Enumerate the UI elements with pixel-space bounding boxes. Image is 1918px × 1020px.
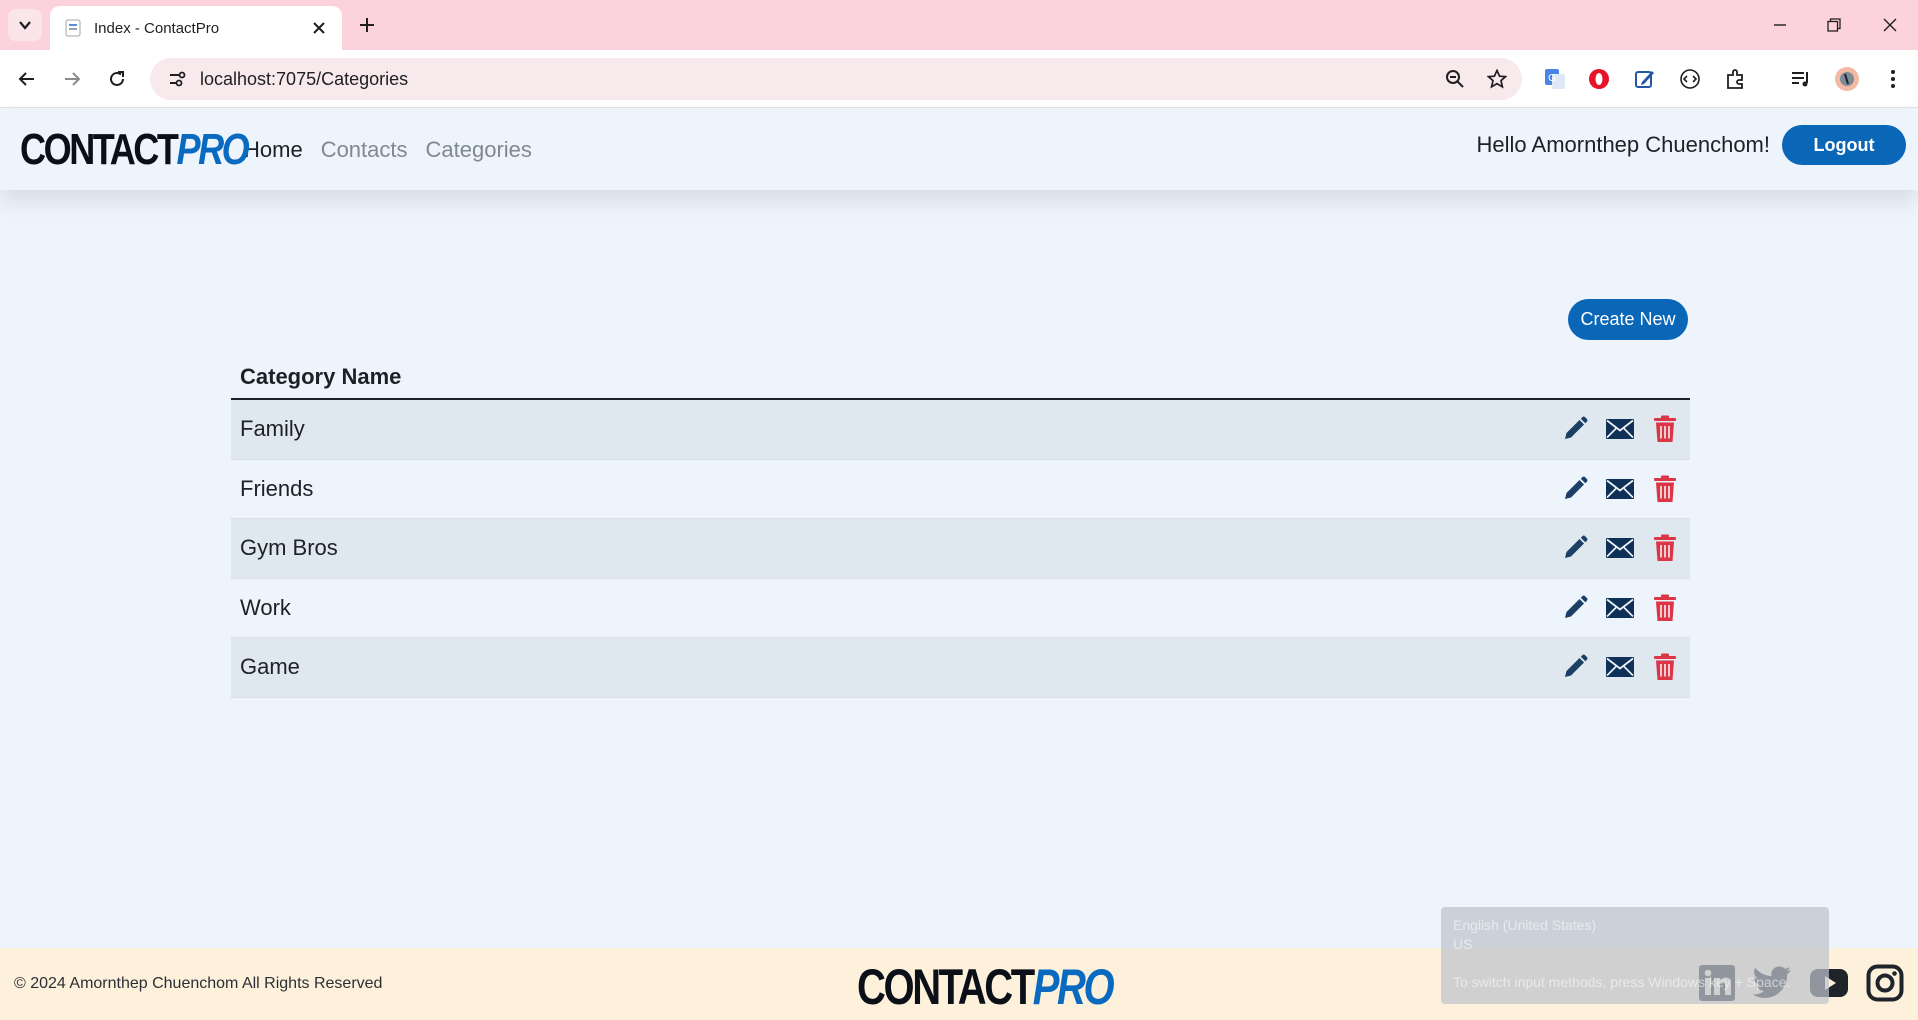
input-method-toast: English (United States) US To switch inp… xyxy=(1441,907,1829,1004)
forward-button[interactable] xyxy=(55,62,89,96)
arrow-left-icon xyxy=(18,72,34,86)
url-text: localhost:7075/Categories xyxy=(200,68,409,89)
user-greeting: Hello Amornthep Chuenchom! xyxy=(1476,132,1771,157)
footer-brand-contact-text: CONTACT xyxy=(857,959,1035,1015)
delete-trash-icon[interactable] xyxy=(1650,593,1680,623)
row-actions xyxy=(1545,593,1680,623)
new-tab-button[interactable] xyxy=(352,10,382,40)
table-row: Work xyxy=(231,578,1690,638)
edit-pencil-icon[interactable] xyxy=(1560,533,1590,563)
email-envelope-icon[interactable] xyxy=(1605,474,1635,504)
restore-icon xyxy=(1827,18,1841,32)
bookmark-star-icon[interactable] xyxy=(1480,62,1514,96)
media-control-icon[interactable] xyxy=(1784,62,1818,96)
table-row: Game xyxy=(231,638,1690,698)
nav-link-contacts[interactable]: Contacts xyxy=(321,137,408,163)
brand-contact-text: CONTACT xyxy=(20,124,179,174)
email-envelope-icon[interactable] xyxy=(1605,414,1635,444)
back-button[interactable] xyxy=(10,62,44,96)
row-actions xyxy=(1545,652,1680,682)
brand-logo[interactable]: CONTACT PRO xyxy=(20,124,250,175)
browser-tab-strip: Index - ContactPro xyxy=(0,0,1918,50)
table-body: Family Friends Gym Bros Work Game xyxy=(231,400,1690,698)
chevron-down-icon xyxy=(19,21,31,30)
main-nav: Home Contacts Categories xyxy=(244,137,550,163)
reload-button[interactable] xyxy=(100,62,134,96)
copyright-text: © 2024 Amornthep Chuenchom All Rights Re… xyxy=(14,975,383,992)
table-row: Friends xyxy=(231,459,1690,519)
page-favicon-icon xyxy=(65,19,81,37)
opera-extension-icon[interactable] xyxy=(1582,62,1616,96)
category-name: Work xyxy=(240,594,291,620)
nav-link-categories[interactable]: Categories xyxy=(426,137,532,163)
delete-trash-icon[interactable] xyxy=(1650,533,1680,563)
category-name: Family xyxy=(240,416,305,442)
google-translate-icon[interactable]: G xyxy=(1538,62,1572,96)
site-info-icon[interactable] xyxy=(162,64,192,94)
delete-trash-icon[interactable] xyxy=(1650,652,1680,682)
footer-brand-logo: CONTACT PRO xyxy=(857,958,1115,1016)
category-name: Gym Bros xyxy=(240,535,338,561)
edit-pencil-icon[interactable] xyxy=(1560,593,1590,623)
minimize-icon xyxy=(1774,24,1786,26)
footer-brand-pro-text: PRO xyxy=(1032,959,1115,1015)
zoom-out-icon[interactable] xyxy=(1438,62,1472,96)
close-tab-icon[interactable] xyxy=(308,17,330,39)
reload-icon xyxy=(110,71,124,86)
edit-pencil-icon[interactable] xyxy=(1560,474,1590,504)
edit-pencil-icon[interactable] xyxy=(1560,414,1590,444)
brand-pro-text: PRO xyxy=(176,124,249,174)
delete-trash-icon[interactable] xyxy=(1650,474,1680,504)
column-header-category-name: Category Name xyxy=(231,356,1690,400)
browser-toolbar: localhost:7075/Categories G xyxy=(0,50,1918,108)
ime-hint-text: To switch input methods, press Windows k… xyxy=(1453,974,1791,990)
table-row: Gym Bros xyxy=(231,519,1690,579)
row-actions xyxy=(1545,414,1680,444)
row-actions xyxy=(1545,474,1680,504)
delete-trash-icon[interactable] xyxy=(1650,414,1680,444)
user-area: Hello Amornthep Chuenchom! Logout xyxy=(1476,125,1906,165)
create-new-button[interactable]: Create New xyxy=(1568,299,1688,340)
browser-menu-icon[interactable] xyxy=(1876,62,1910,96)
tab-search-button[interactable] xyxy=(8,9,42,41)
ime-language-text: English (United States) xyxy=(1453,917,1597,933)
tab-title: Index - ContactPro xyxy=(94,19,220,37)
row-actions xyxy=(1545,533,1680,563)
browser-tab-active[interactable]: Index - ContactPro xyxy=(50,6,342,50)
nav-link-home[interactable]: Home xyxy=(244,137,303,163)
close-window-button[interactable] xyxy=(1862,7,1918,43)
email-envelope-icon[interactable] xyxy=(1605,533,1635,563)
app-navbar: CONTACT PRO Home Contacts Categories Hell… xyxy=(0,109,1918,190)
arrow-right-icon xyxy=(65,72,81,86)
ime-layout-text: US xyxy=(1453,936,1473,952)
minimize-button[interactable] xyxy=(1752,7,1808,43)
profile-avatar-icon[interactable] xyxy=(1830,62,1864,96)
close-icon xyxy=(1883,18,1897,32)
logout-button[interactable]: Logout xyxy=(1782,125,1906,165)
edit-pencil-icon[interactable] xyxy=(1560,652,1590,682)
code-extension-icon[interactable] xyxy=(1673,62,1707,96)
svg-text:G: G xyxy=(1548,73,1556,84)
table-row: Family xyxy=(231,400,1690,460)
email-envelope-icon[interactable] xyxy=(1605,652,1635,682)
plus-icon xyxy=(360,18,374,32)
category-name: Friends xyxy=(240,475,314,501)
edit-extension-icon[interactable] xyxy=(1628,62,1662,96)
restore-button[interactable] xyxy=(1806,7,1862,43)
address-bar[interactable]: localhost:7075/Categories xyxy=(150,58,1522,100)
category-name: Game xyxy=(240,654,300,680)
extensions-puzzle-icon[interactable] xyxy=(1719,62,1753,96)
categories-table: Category Name Family Friends Gym Bros Work G… xyxy=(231,356,1690,698)
email-envelope-icon[interactable] xyxy=(1605,593,1635,623)
instagram-icon[interactable] xyxy=(1864,962,1906,1004)
